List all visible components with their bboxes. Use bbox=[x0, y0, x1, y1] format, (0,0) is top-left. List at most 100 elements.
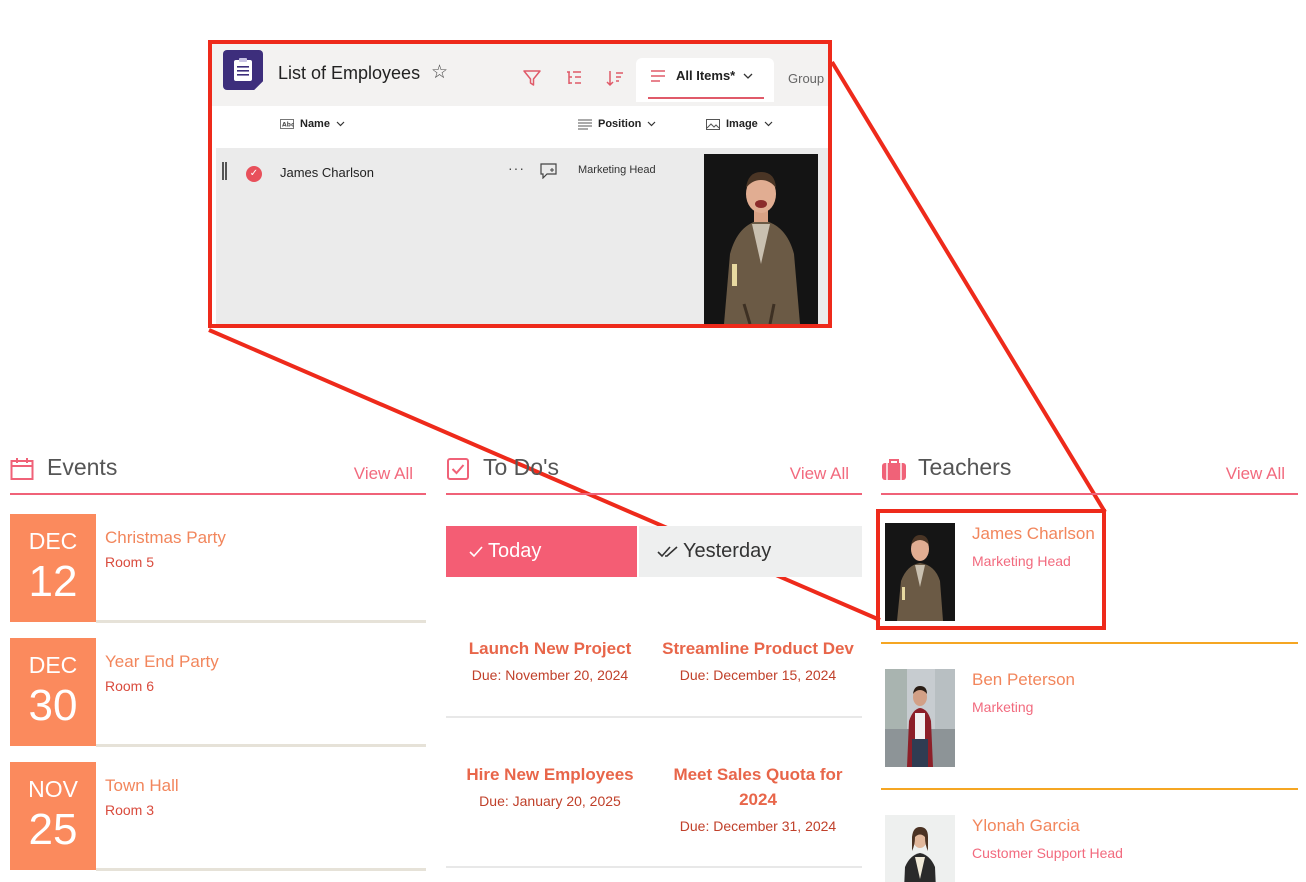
view-selector-tab[interactable]: All Items* bbox=[636, 58, 774, 102]
todo-tabs: Today Yesterday bbox=[446, 526, 862, 577]
teacher-name[interactable]: Ylonah Garcia bbox=[972, 816, 1080, 836]
event-room: Room 5 bbox=[105, 554, 155, 570]
todos-title: To Do's bbox=[483, 454, 559, 480]
event-divider bbox=[96, 744, 426, 747]
todo-title[interactable]: Meet Sales Quota for 2024 bbox=[668, 762, 848, 812]
teacher-name[interactable]: Ben Peterson bbox=[972, 670, 1075, 690]
tab-today-label: Today bbox=[488, 540, 542, 562]
view-label: All Items* bbox=[676, 68, 736, 83]
check-icon bbox=[469, 545, 483, 557]
event-date-block: DEC 30 bbox=[10, 638, 96, 746]
group-view-tab[interactable]: Group bbox=[788, 71, 824, 86]
comment-icon[interactable] bbox=[540, 163, 558, 179]
double-check-icon bbox=[657, 545, 678, 557]
event-divider bbox=[96, 868, 426, 871]
svg-text:Abc: Abc bbox=[282, 122, 294, 129]
event-day: 30 bbox=[28, 681, 78, 730]
view-tab-underline bbox=[648, 97, 764, 99]
todo-due-date: Due: December 31, 2024 bbox=[679, 818, 837, 834]
column-header-image[interactable]: Image bbox=[706, 118, 773, 130]
event-title[interactable]: Year End Party bbox=[105, 652, 219, 672]
teachers-title: Teachers bbox=[918, 454, 1012, 480]
teachers-header: Teachers View All bbox=[881, 448, 1298, 495]
list-header: List of Employees ☆ All Items* Group bbox=[212, 44, 828, 106]
chevron-down-icon bbox=[743, 73, 753, 79]
todo-due-date: Due: November 20, 2024 bbox=[471, 667, 629, 683]
events-header: Events View All bbox=[10, 448, 426, 495]
row-selected-check-icon[interactable]: ✓ bbox=[246, 166, 262, 182]
event-month: DEC bbox=[28, 652, 78, 678]
column-image-label: Image bbox=[726, 118, 758, 130]
todo-divider bbox=[446, 866, 862, 868]
drag-handle-icon[interactable] bbox=[222, 162, 227, 180]
events-view-all-link[interactable]: View All bbox=[354, 464, 413, 484]
list-app-icon bbox=[223, 50, 263, 90]
tab-today[interactable]: Today bbox=[446, 526, 637, 577]
todo-item[interactable]: Hire New Employees Due: January 20, 2025 bbox=[446, 762, 654, 809]
multiline-text-icon bbox=[578, 118, 592, 130]
event-date-block: NOV 25 bbox=[10, 762, 96, 870]
teacher-position: Customer Support Head bbox=[972, 845, 1123, 861]
teacher-photo bbox=[885, 815, 955, 882]
column-position-label: Position bbox=[598, 118, 642, 130]
group-by-icon[interactable] bbox=[564, 68, 584, 88]
chevron-down-icon bbox=[764, 121, 773, 127]
teacher-photo bbox=[885, 669, 955, 767]
todo-title[interactable]: Launch New Project bbox=[446, 636, 654, 661]
todo-item[interactable]: Streamline Product Dev Due: December 15,… bbox=[654, 636, 862, 683]
teachers-section: Teachers View All James Charlson Marketi… bbox=[881, 448, 1298, 882]
teacher-card[interactable]: Ben Peterson Marketing bbox=[881, 655, 1298, 777]
more-options-icon[interactable]: ··· bbox=[508, 160, 525, 176]
text-field-icon: Abc bbox=[280, 119, 294, 129]
event-date-block: DEC 12 bbox=[10, 514, 96, 622]
todos-header: To Do's View All bbox=[446, 448, 862, 495]
teachers-view-all-link[interactable]: View All bbox=[1226, 464, 1285, 484]
todo-title[interactable]: Hire New Employees bbox=[446, 762, 654, 787]
list-title: List of Employees bbox=[278, 63, 421, 83]
employee-photo bbox=[704, 154, 818, 324]
teacher-divider bbox=[881, 642, 1298, 644]
list-row[interactable]: ✓ James Charlson ··· Marketing Head bbox=[216, 148, 828, 324]
column-header-name[interactable]: Abc Name bbox=[280, 118, 345, 130]
highlight-box bbox=[876, 509, 1106, 630]
event-day: 25 bbox=[28, 805, 78, 854]
events-title: Events bbox=[47, 454, 118, 480]
event-title[interactable]: Christmas Party bbox=[105, 528, 226, 548]
todo-item[interactable]: Launch New Project Due: November 20, 202… bbox=[446, 636, 654, 683]
todo-title[interactable]: Streamline Product Dev bbox=[654, 636, 862, 661]
tab-yesterday[interactable]: Yesterday bbox=[639, 526, 862, 577]
favorite-star-icon[interactable]: ☆ bbox=[431, 63, 448, 82]
event-room: Room 6 bbox=[105, 678, 155, 694]
row-position: Marketing Head bbox=[578, 164, 656, 176]
teacher-card[interactable]: Ylonah Garcia Customer Support Head bbox=[881, 801, 1298, 882]
event-day: 12 bbox=[28, 557, 78, 606]
event-month: NOV bbox=[28, 776, 78, 802]
todo-item[interactable]: Meet Sales Quota for 2024 Due: December … bbox=[654, 762, 862, 834]
event-item[interactable]: DEC 12 Christmas Party Room 5 bbox=[10, 514, 426, 623]
sort-icon[interactable] bbox=[605, 68, 625, 88]
todo-due-date: Due: January 20, 2025 bbox=[479, 793, 621, 809]
todo-due-date: Due: December 15, 2024 bbox=[679, 667, 837, 683]
image-icon bbox=[706, 118, 720, 130]
teacher-divider bbox=[881, 788, 1298, 790]
event-title[interactable]: Town Hall bbox=[105, 776, 179, 796]
event-item[interactable]: NOV 25 Town Hall Room 3 bbox=[10, 762, 426, 871]
event-divider bbox=[96, 620, 426, 623]
todo-divider bbox=[446, 716, 862, 718]
list-view-icon bbox=[651, 69, 665, 82]
todos-view-all-link[interactable]: View All bbox=[790, 464, 849, 484]
checkbox-icon bbox=[447, 458, 469, 480]
event-item[interactable]: DEC 30 Year End Party Room 6 bbox=[10, 638, 426, 747]
filter-icon[interactable] bbox=[522, 68, 542, 88]
event-room: Room 3 bbox=[105, 802, 155, 818]
row-name[interactable]: James Charlson bbox=[280, 165, 374, 180]
chevron-down-icon bbox=[647, 121, 656, 127]
event-month: DEC bbox=[28, 528, 78, 554]
column-name-label: Name bbox=[300, 118, 330, 130]
briefcase-icon bbox=[882, 459, 906, 480]
sharepoint-list-zoom: List of Employees ☆ All Items* Group Abc… bbox=[208, 40, 832, 328]
tab-yesterday-label: Yesterday bbox=[683, 540, 772, 562]
events-section: Events View All DEC 12 Christmas Party R… bbox=[10, 448, 426, 871]
todos-section: To Do's View All Today Yesterday Launch … bbox=[446, 448, 862, 868]
column-header-position[interactable]: Position bbox=[578, 118, 656, 130]
